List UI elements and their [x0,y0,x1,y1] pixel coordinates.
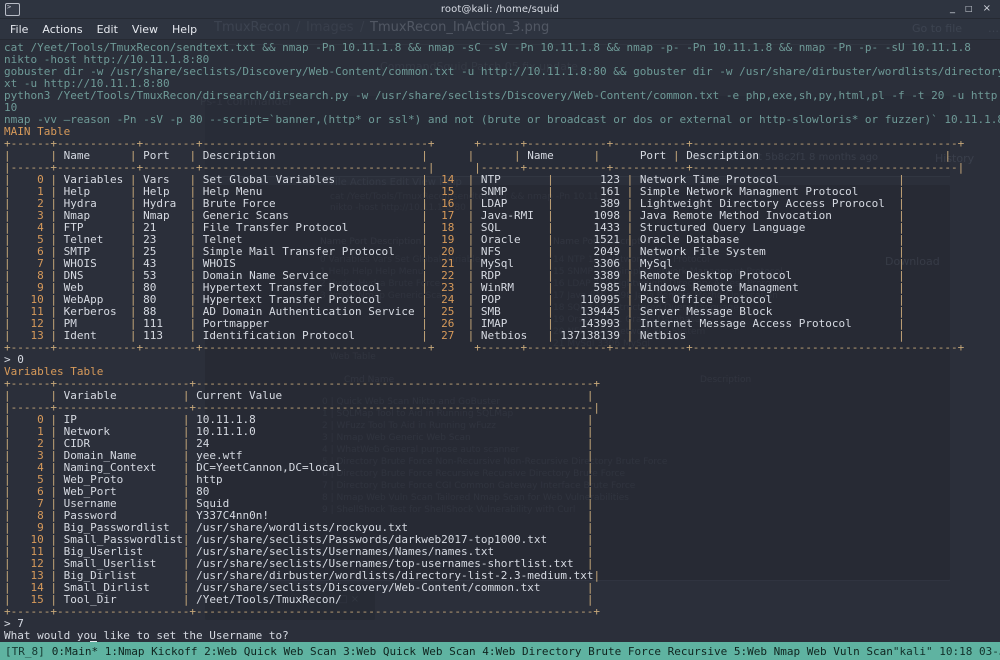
window-controls: _ □ × [950,0,1000,18]
maximize-button[interactable]: □ [965,0,973,18]
terminal-content[interactable]: cat /Yeet/Tools/TmuxRecon/sendtext.txt &… [0,40,1000,644]
tmux-session-name[interactable]: [TR_8] [0,645,45,658]
menu-item-actions[interactable]: Actions [42,23,82,36]
terminal-window: root@kali: /home/squid _ □ × File Action… [0,0,1000,660]
main-table-border-bottom: +------+------------+--------+----------… [4,341,965,354]
tmux-time: 10:18 [939,644,973,658]
vars-table-border-bottom: +------+--------------------+-----------… [4,605,601,618]
command-line-3: python3 /Yeet/Tools/TmuxRecon/dirsearch/… [4,89,1000,114]
tmux-hostname: "kali" [892,644,933,658]
menu-item-edit[interactable]: Edit [97,23,118,36]
menu-item-file[interactable]: File [10,23,28,36]
window-title: root@kali: /home/squid [440,3,560,15]
menu-item-view[interactable]: View [132,23,158,36]
tmux-window-list[interactable]: 0:Main* 1:Nmap Kickoff 2:Web Quick Web S… [45,645,893,658]
tmux-status-right: "kali" 10:18 03-Jul-21 [893,645,1000,658]
menu-item-help[interactable]: Help [172,23,197,36]
menu-bar: File Actions Edit View Help [0,19,1000,40]
tmux-date: 03-Jul-21 [978,644,1000,658]
close-button[interactable]: × [983,0,991,18]
minimize-button[interactable]: _ [950,0,955,18]
command-line-2: gobuster dir -w /usr/share/seclists/Disc… [4,65,1000,90]
command-line-4: nmap -vv —reason -Pn -sV -p 80 --script=… [4,113,1000,126]
tmux-status-bar: [TR_8] 0:Main* 1:Nmap Kickoff 2:Web Quic… [0,642,1000,660]
terminal-buffer: cat /Yeet/Tools/TmuxRecon/sendtext.txt &… [4,42,1000,644]
title-bar: root@kali: /home/squid _ □ × [0,0,1000,19]
